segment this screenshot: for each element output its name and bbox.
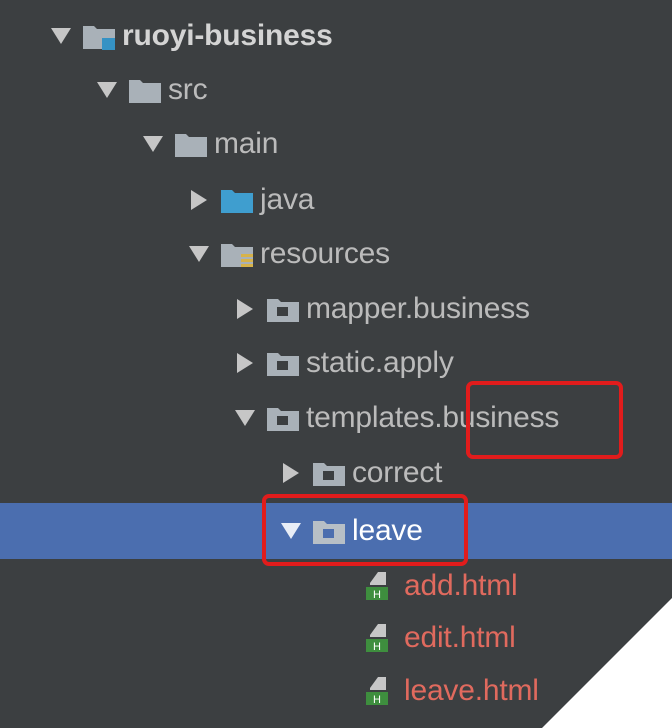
tree-node-src[interactable]: src bbox=[0, 63, 672, 117]
svg-text:H: H bbox=[373, 694, 381, 706]
package-folder-icon bbox=[267, 299, 299, 322]
collapse-arrow-icon[interactable] bbox=[186, 185, 212, 215]
project-tree: ruoyi-business src main java resources m… bbox=[0, 0, 672, 728]
tree-node-label: add.html bbox=[404, 569, 518, 602]
collapse-arrow-icon[interactable] bbox=[232, 294, 258, 324]
collapse-arrow-icon[interactable] bbox=[232, 348, 258, 378]
folder-icon bbox=[129, 80, 161, 103]
tree-node-label: src bbox=[168, 73, 208, 106]
expand-arrow-icon[interactable] bbox=[48, 21, 74, 51]
tree-node-label: leave.html bbox=[404, 674, 539, 707]
source-root-folder-icon bbox=[221, 190, 253, 213]
tree-node-label: static.apply bbox=[306, 346, 454, 379]
annotation-highlight-box bbox=[466, 381, 623, 459]
tree-node-resources[interactable]: resources bbox=[0, 227, 672, 281]
collapse-arrow-icon[interactable] bbox=[278, 458, 304, 488]
svg-text:H: H bbox=[373, 641, 381, 653]
expand-arrow-icon[interactable] bbox=[140, 129, 166, 159]
expand-arrow-icon[interactable] bbox=[94, 75, 120, 105]
tree-node-label: mapper.business bbox=[306, 292, 530, 325]
tree-node-label: correct bbox=[352, 456, 443, 489]
html-file-icon: H bbox=[366, 677, 388, 706]
folder-icon bbox=[175, 134, 207, 157]
tree-node-label: ruoyi-business bbox=[122, 19, 333, 52]
package-folder-icon bbox=[313, 463, 345, 486]
tree-node-label: edit.html bbox=[404, 621, 516, 654]
package-folder-icon bbox=[267, 353, 299, 376]
html-file-icon: H bbox=[366, 572, 388, 601]
resources-folder-icon bbox=[221, 244, 253, 267]
tree-node-ruoyi-business[interactable]: ruoyi-business bbox=[0, 9, 672, 63]
tree-node-java[interactable]: java bbox=[0, 173, 672, 227]
svg-text:H: H bbox=[373, 589, 381, 601]
annotation-highlight-box bbox=[262, 494, 468, 566]
module-folder-icon bbox=[83, 26, 115, 50]
corner-overlay bbox=[542, 598, 672, 728]
expand-arrow-icon[interactable] bbox=[186, 239, 212, 269]
tree-node-label: main bbox=[214, 127, 279, 160]
tree-node-mapper-business[interactable]: mapper.business bbox=[0, 282, 672, 336]
tree-node-main[interactable]: main bbox=[0, 117, 672, 171]
tree-node-label: java bbox=[260, 183, 315, 216]
tree-node-label: resources bbox=[260, 237, 390, 270]
expand-arrow-icon[interactable] bbox=[232, 403, 258, 433]
package-folder-icon bbox=[267, 408, 299, 431]
html-file-icon: H bbox=[366, 624, 388, 653]
